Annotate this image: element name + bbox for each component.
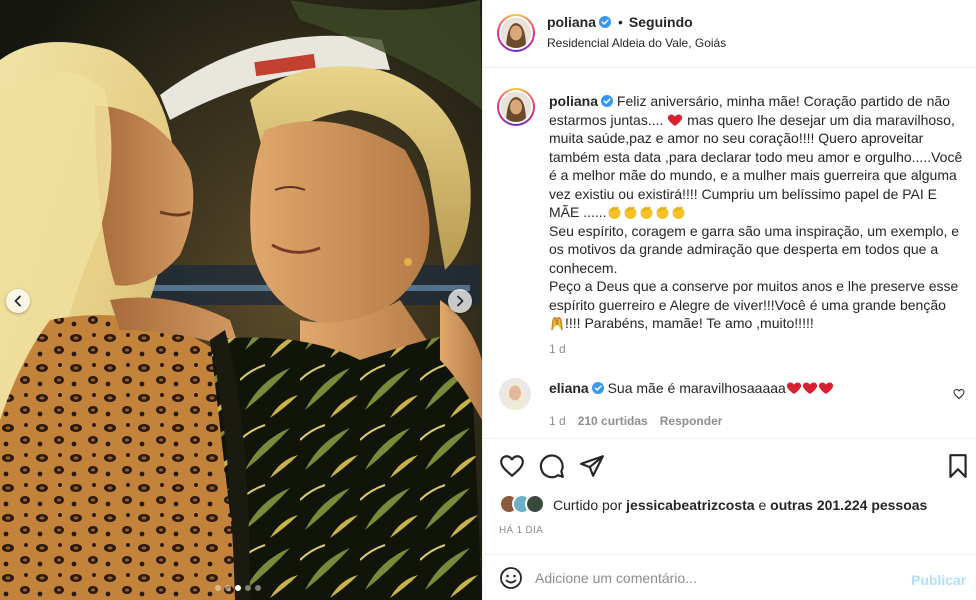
post-location[interactable]: Residencial Aldeia do Vale, Goiás xyxy=(547,36,726,50)
clapping-hands-icon xyxy=(608,206,621,219)
comment-text: eliana Sua mãe é maravilhosaaaaa xyxy=(549,379,929,397)
carousel-indicator xyxy=(215,585,261,591)
caption-timestamp[interactable]: 1 d xyxy=(549,342,566,356)
clapping-hands-icon xyxy=(656,206,669,219)
carousel-dot xyxy=(225,585,231,591)
liker-avatars xyxy=(499,494,547,516)
comment-body: Sua mãe é maravilhosaaaaa xyxy=(607,380,786,396)
liker-username[interactable]: jessicabeatrizcosta xyxy=(626,497,754,513)
comment-meta: 1 d 210 curtidas Responder xyxy=(549,414,722,428)
comment-bubble-icon[interactable] xyxy=(539,453,565,479)
photo-scene xyxy=(0,0,482,600)
commenter-avatar[interactable] xyxy=(499,378,531,410)
bookmark-icon[interactable] xyxy=(945,453,971,479)
post-date[interactable]: HÁ 1 DIA xyxy=(499,525,543,536)
caption-paragraph-2: Seu espírito, coragem e garra são uma in… xyxy=(549,222,960,276)
carousel-next-button[interactable] xyxy=(448,289,472,313)
carousel-dot xyxy=(245,585,251,591)
caption-author-avatar[interactable] xyxy=(497,88,535,126)
following-button[interactable]: Seguindo xyxy=(629,14,693,30)
likes-others-link[interactable]: outras 201.224 pessoas xyxy=(770,497,927,513)
red-heart-emoji-icon xyxy=(786,382,801,394)
comment-likes-count[interactable]: 210 curtidas xyxy=(578,414,648,428)
clapping-hands-icon xyxy=(624,206,637,219)
red-heart-emoji-icon xyxy=(818,382,833,394)
comment-timestamp[interactable]: 1 d xyxy=(549,414,566,428)
red-heart-emoji-icon xyxy=(802,382,817,394)
chevron-left-icon xyxy=(14,295,21,307)
carousel-dot xyxy=(255,585,261,591)
verified-badge-icon xyxy=(591,382,604,394)
verified-badge-icon xyxy=(599,16,612,28)
caption-text: poliana Feliz aniversário, minha mãe! Co… xyxy=(549,92,969,333)
author-avatar[interactable] xyxy=(497,14,535,52)
comment-like-heart-icon[interactable] xyxy=(953,388,965,400)
commenter-username[interactable]: eliana xyxy=(549,380,589,396)
commenter-avatar-image xyxy=(499,378,531,410)
smiley-icon[interactable] xyxy=(499,566,523,590)
comment-reply-button[interactable]: Responder xyxy=(660,414,723,428)
header-user-line: poliana • Seguindo xyxy=(547,14,693,30)
post-photo[interactable] xyxy=(0,0,482,600)
caption-paragraph-3b: !!!! Parabéns, mamãe! Te amo ,muito!!!!! xyxy=(565,315,814,331)
caption-author-avatar-image xyxy=(501,92,531,122)
caption-author-username[interactable]: poliana xyxy=(549,93,598,109)
paper-plane-icon[interactable] xyxy=(579,453,605,479)
author-username[interactable]: poliana xyxy=(547,14,596,30)
liker-avatar[interactable] xyxy=(525,494,545,514)
heart-outline-icon[interactable] xyxy=(499,453,525,479)
post-header: poliana • Seguindo Residencial Aldeia do… xyxy=(483,0,976,68)
chevron-right-icon xyxy=(457,295,464,307)
post-side-panel: poliana • Seguindo Residencial Aldeia do… xyxy=(482,0,976,600)
publish-button[interactable]: Publicar xyxy=(911,572,966,588)
instagram-post-modal: poliana • Seguindo Residencial Aldeia do… xyxy=(0,0,976,600)
carousel-dot xyxy=(215,585,221,591)
post-action-bar xyxy=(483,438,976,494)
red-heart-emoji-icon xyxy=(668,113,683,126)
verified-badge-icon xyxy=(601,95,614,107)
clapping-hands-icon xyxy=(672,206,685,219)
likes-summary: Curtido por jessicabeatrizcosta e outras… xyxy=(499,494,927,516)
add-comment-bar: Publicar xyxy=(483,554,976,600)
raising-hands-emoji-icon xyxy=(551,317,563,331)
comment-input[interactable] xyxy=(535,568,895,588)
carousel-dot xyxy=(235,585,241,591)
likes-connector: e xyxy=(758,497,767,513)
clapping-hands-emoji-row xyxy=(607,204,687,220)
author-avatar-image xyxy=(501,18,531,48)
clapping-hands-icon xyxy=(640,206,653,219)
carousel-prev-button[interactable] xyxy=(6,289,30,313)
likes-prefix: Curtido por xyxy=(553,497,623,513)
caption-paragraph-3a: Peço a Deus que a conserve por muitos an… xyxy=(549,278,959,313)
header-separator: • xyxy=(618,14,623,30)
